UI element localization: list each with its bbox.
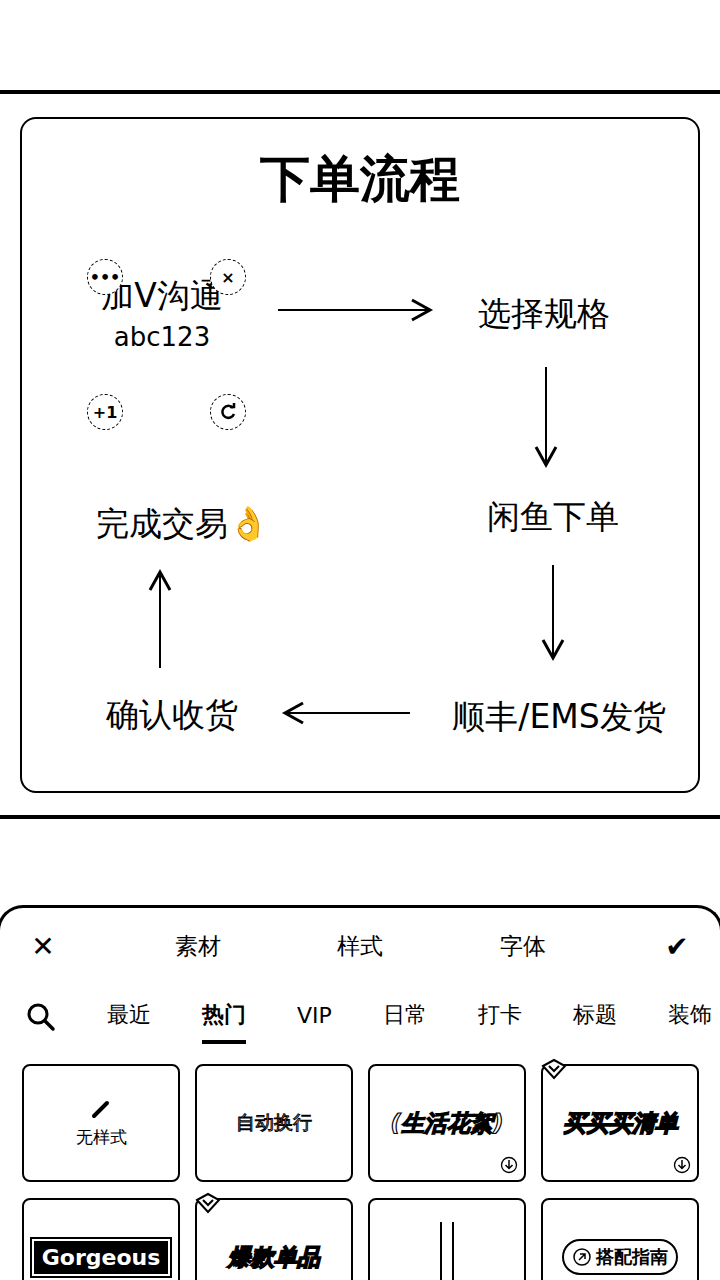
category-tab[interactable]: 最近 xyxy=(107,990,151,1044)
flow-card[interactable]: 下单流程加V沟通abc123选择规格闲鱼下单顺丰/EMS发货确认收货完成交易👌•… xyxy=(20,117,700,793)
edit-handle[interactable]: ••• xyxy=(87,259,123,295)
node-sub[interactable]: abc123 xyxy=(101,321,223,352)
card-title[interactable]: 下单流程 xyxy=(22,119,698,209)
canvas-top-line xyxy=(0,90,720,94)
node-label[interactable]: 选择规格 xyxy=(478,294,610,334)
style-tile[interactable]: 无样式 xyxy=(22,1064,180,1182)
flow-arrows xyxy=(20,117,700,793)
category-tab[interactable]: 打卡 xyxy=(478,990,522,1044)
node-label[interactable]: 完成交易👌 xyxy=(96,504,269,544)
category-bar: 最近热门 VIP 日常打卡标题装饰 xyxy=(0,984,720,1050)
style-tile[interactable]: 自动换行 xyxy=(195,1064,353,1182)
panel-tab[interactable]: 素材 xyxy=(175,931,221,962)
category-tab[interactable]: 标题 xyxy=(573,990,617,1044)
style-label: 搭配指南 xyxy=(562,1239,678,1275)
flow-arrow xyxy=(552,565,554,658)
flow-arrow xyxy=(285,712,410,714)
style-label: 无样式 xyxy=(76,1126,127,1149)
style-label: Gorgeous xyxy=(34,1241,169,1274)
flow-node[interactable]: 闲鱼下单 xyxy=(487,497,619,537)
rotate-icon[interactable] xyxy=(210,394,246,430)
style-grid: 无样式 自动换行 (生活花絮) 买买买清单 Gorgeous 爆款单品 搭配指南 xyxy=(0,1050,720,1280)
style-label: 爆款单品 xyxy=(228,1242,320,1273)
panel-tab[interactable]: 字体 xyxy=(500,931,546,962)
vertical-style-preview xyxy=(440,1222,454,1280)
style-tile[interactable]: 买买买清单 xyxy=(541,1064,699,1182)
style-label: (生活花絮) xyxy=(390,1108,503,1139)
edit-handle[interactable]: × xyxy=(210,259,246,295)
style-tile[interactable]: Gorgeous xyxy=(22,1198,180,1280)
arrow-circle-icon xyxy=(572,1247,592,1267)
node-label[interactable]: 确认收货 xyxy=(106,695,238,735)
style-label: 自动换行 xyxy=(236,1110,312,1136)
panel-toolbar: ✕ 素材 样式 字体 ✔ xyxy=(0,908,720,984)
panel-tab[interactable]: 样式 xyxy=(337,931,383,962)
style-label: 买买买清单 xyxy=(563,1108,678,1139)
flow-arrow xyxy=(278,309,430,311)
style-tile[interactable]: 爆款单品 xyxy=(195,1198,353,1280)
download-icon[interactable] xyxy=(500,1156,518,1174)
editor-screen: 下单流程加V沟通abc123选择规格闲鱼下单顺丰/EMS发货确认收货完成交易👌•… xyxy=(0,0,720,1280)
cancel-button[interactable]: ✕ xyxy=(28,930,58,963)
edit-handle[interactable]: +1 xyxy=(87,394,123,430)
style-tile[interactable]: (生活花絮) xyxy=(368,1064,526,1182)
category-tab[interactable]: VIP xyxy=(297,993,332,1042)
flow-node[interactable]: 完成交易👌 xyxy=(96,504,269,544)
flow-node[interactable]: 确认收货 xyxy=(106,695,238,735)
node-label[interactable]: 顺丰/EMS发货 xyxy=(452,697,665,737)
flow-arrow xyxy=(159,572,161,668)
canvas-bottom-line xyxy=(0,815,720,819)
download-icon[interactable] xyxy=(673,1156,691,1174)
category-tab[interactable]: 热门 xyxy=(202,990,246,1044)
pen-icon xyxy=(90,1098,112,1120)
confirm-button[interactable]: ✔ xyxy=(662,930,692,963)
style-tile[interactable] xyxy=(368,1198,526,1280)
vip-badge-icon xyxy=(541,1058,567,1080)
category-tab[interactable]: 装饰 xyxy=(668,990,712,1044)
style-panel: ✕ 素材 样式 字体 ✔ 最近热门 VIP 日常打卡标题装饰无样式 自动换行 (生活花絮) 买买买清… xyxy=(0,905,720,1280)
category-tab[interactable]: 日常 xyxy=(383,990,427,1044)
search-icon[interactable] xyxy=(26,1002,56,1032)
flow-node[interactable]: 选择规格 xyxy=(478,294,610,334)
vip-badge-icon xyxy=(195,1192,221,1214)
flow-node[interactable]: 顺丰/EMS发货 xyxy=(452,697,665,737)
top-area xyxy=(0,0,720,90)
node-label[interactable]: 闲鱼下单 xyxy=(487,497,619,537)
flow-arrow xyxy=(545,367,547,465)
style-tile[interactable]: 搭配指南 xyxy=(541,1198,699,1280)
